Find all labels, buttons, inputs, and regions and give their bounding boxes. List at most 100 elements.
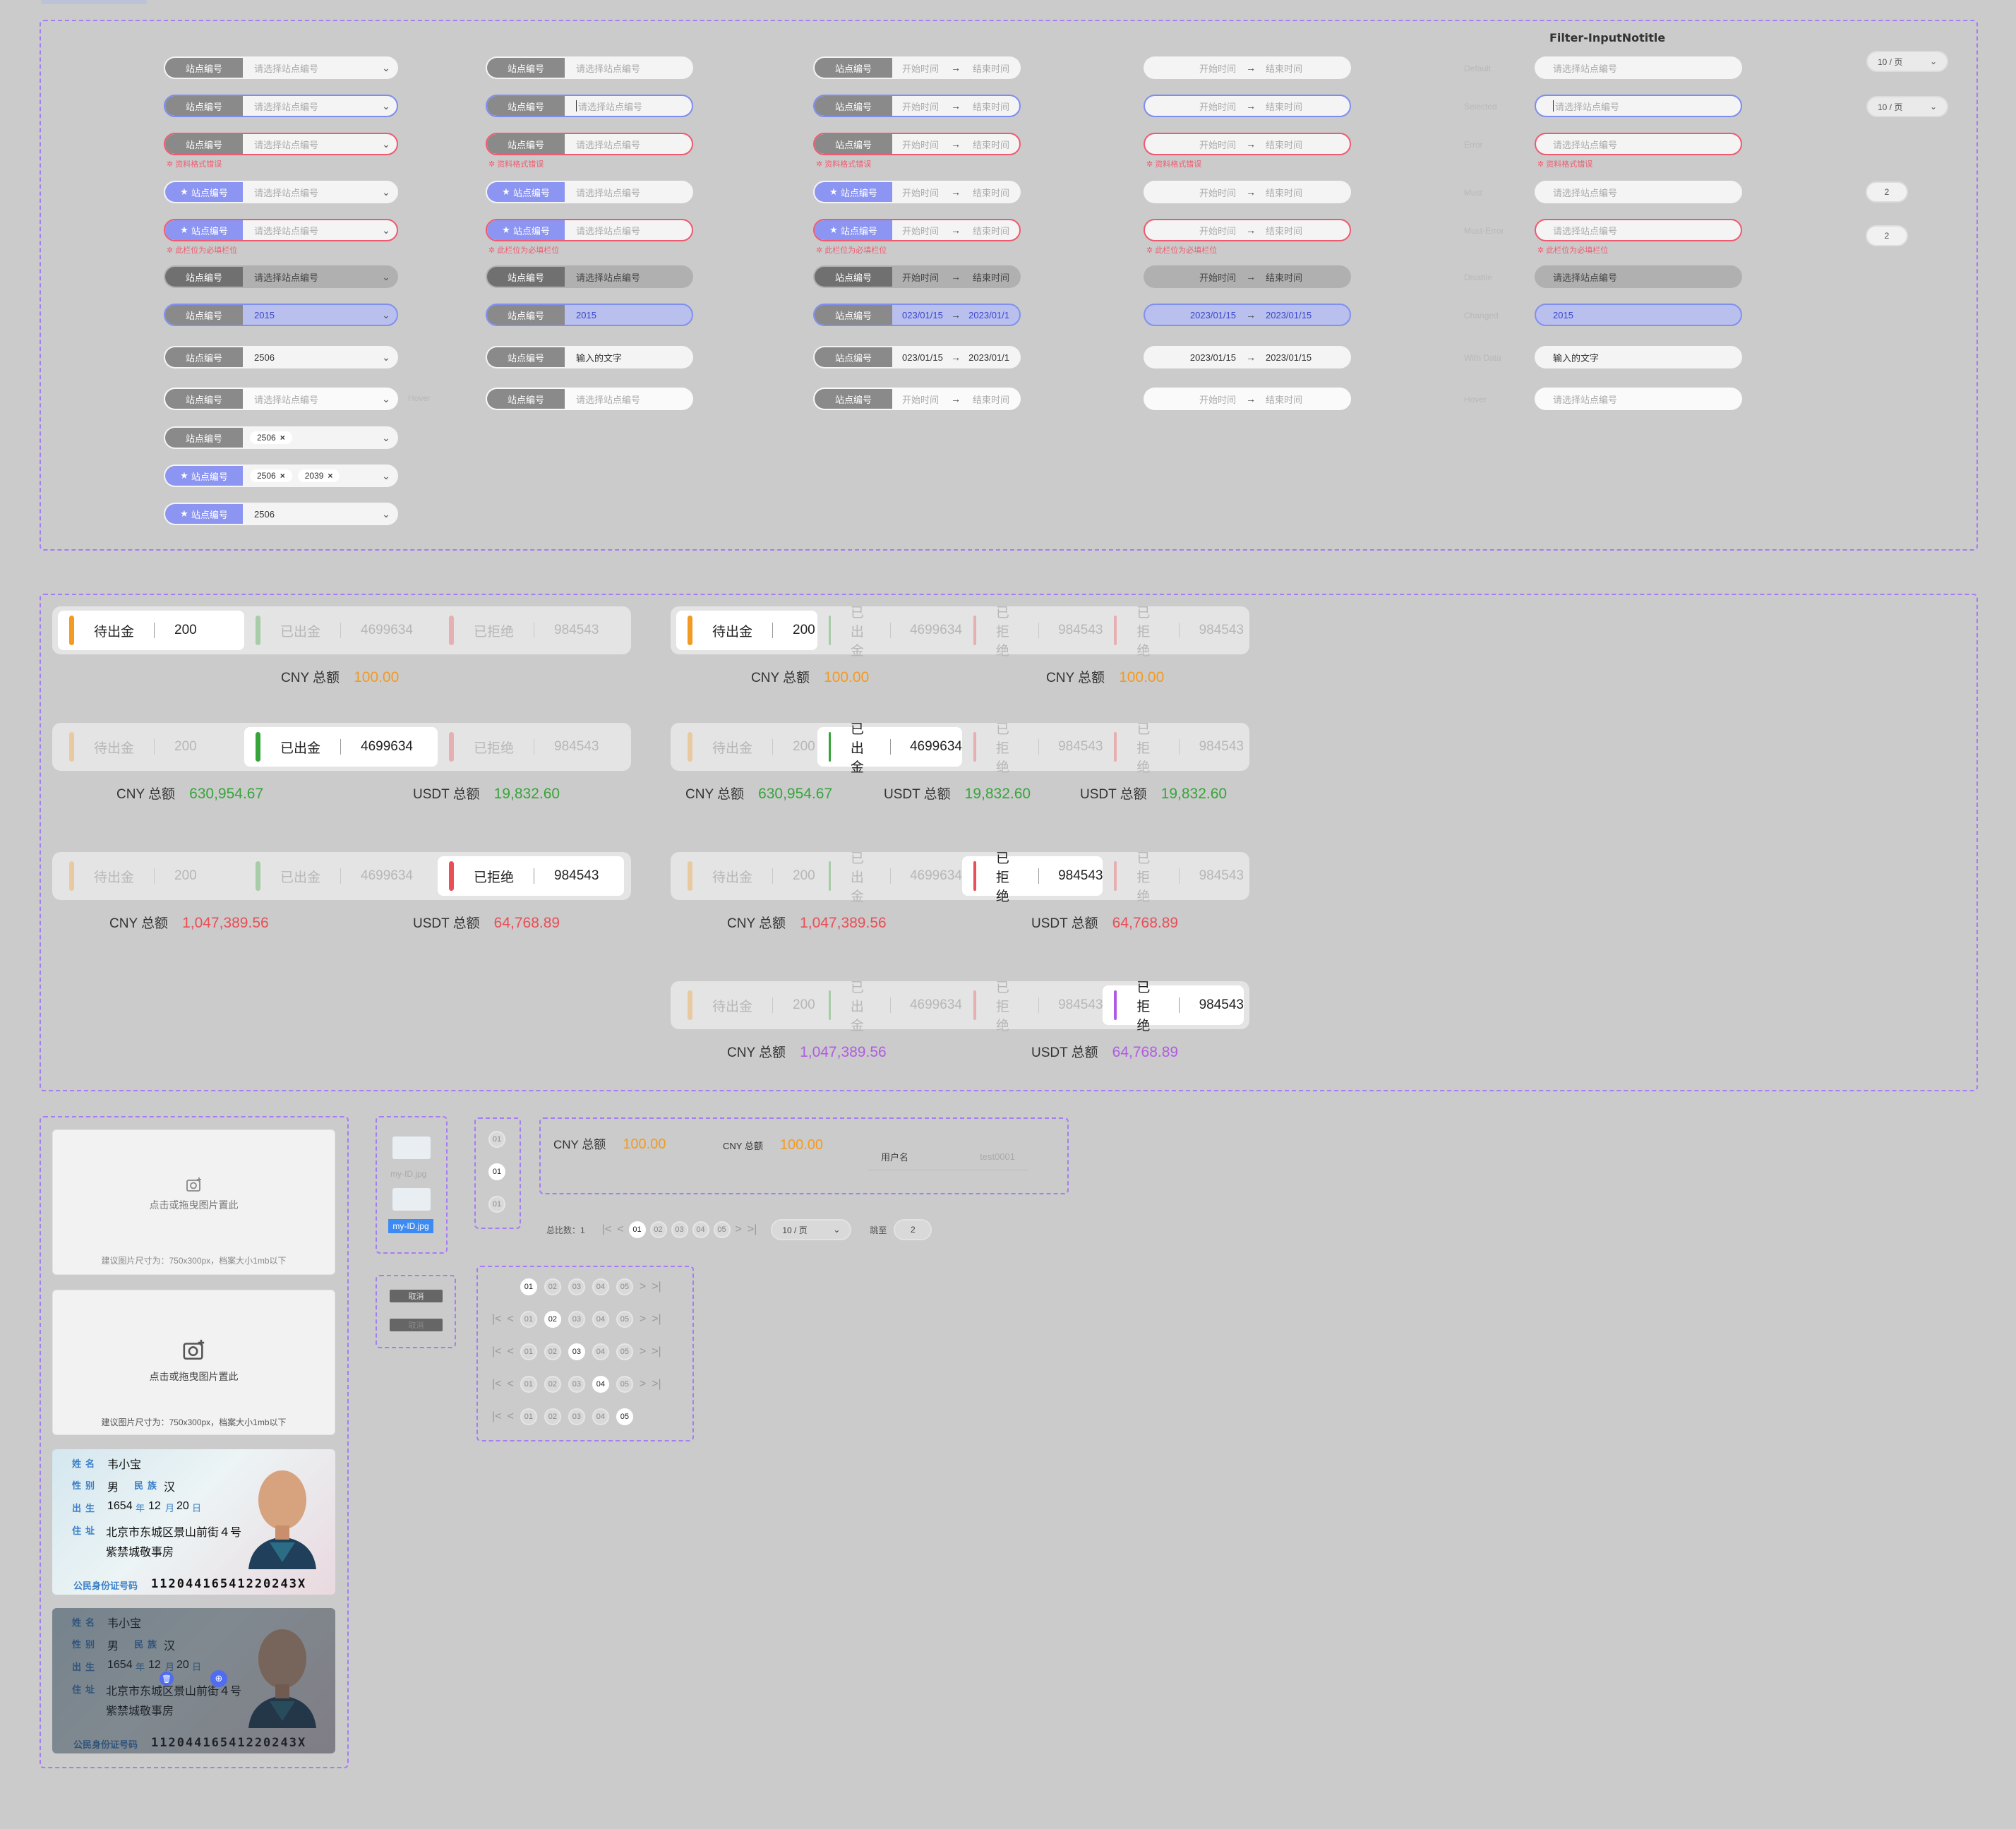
- status-tab-pending[interactable]: 待出金 200: [676, 856, 817, 896]
- filter-field[interactable]: 站点编号 2015: [486, 304, 693, 326]
- status-tab-rejected[interactable]: 已拒绝 984543: [962, 722, 1103, 775]
- filter-field[interactable]: 站点编号 请选择站点编号: [486, 56, 693, 79]
- jump-input[interactable]: 2: [894, 1219, 932, 1240]
- status-tab-pending[interactable]: 待出金 200: [58, 611, 244, 650]
- filter-field[interactable]: 请选择站点编号: [1535, 133, 1742, 155]
- last-page-icon[interactable]: >|: [652, 1378, 661, 1391]
- page-number[interactable]: 04: [592, 1343, 609, 1360]
- file-name-selected[interactable]: my-ID.jpg: [388, 1219, 433, 1233]
- prev-page-icon[interactable]: <: [508, 1410, 514, 1423]
- first-page-icon[interactable]: |<: [602, 1223, 612, 1236]
- cancel-button-disabled[interactable]: 取消: [390, 1319, 443, 1331]
- status-tab-pending[interactable]: 待出金 200: [58, 856, 244, 896]
- page-number[interactable]: 02: [544, 1408, 561, 1425]
- page-number[interactable]: 01: [520, 1278, 537, 1295]
- page-number[interactable]: 05: [713, 1221, 731, 1238]
- page-number[interactable]: 01: [520, 1343, 537, 1360]
- filter-field[interactable]: 站点编号 开始时间 → 结束时间: [813, 133, 1021, 155]
- filter-field[interactable]: 请选择站点编号: [1535, 265, 1742, 288]
- page-number[interactable]: 02: [649, 1221, 667, 1238]
- status-tab-pending[interactable]: 待出金 200: [58, 727, 244, 767]
- status-tab-rejected[interactable]: 已拒绝 984543: [962, 981, 1103, 1033]
- username-field[interactable]: 用户名 test0001: [868, 1144, 1028, 1170]
- filter-field[interactable]: 请选择站点编号: [1535, 95, 1742, 117]
- filter-field[interactable]: 请选择站点编号: [1535, 181, 1742, 203]
- status-tab-rejected[interactable]: 已拒绝 984543: [438, 856, 624, 896]
- filter-field[interactable]: 站点编号 开始时间 → 结束时间: [813, 265, 1021, 288]
- filter-field[interactable]: 开始时间 → 结束时间: [1144, 56, 1351, 79]
- last-page-icon[interactable]: >|: [652, 1410, 661, 1423]
- filter-field[interactable]: 2015: [1535, 304, 1742, 326]
- status-tab-rejected[interactable]: 已拒绝 984543: [962, 606, 1103, 659]
- page-number[interactable]: 05: [616, 1408, 633, 1425]
- filter-field[interactable]: 输入的文字: [1535, 346, 1742, 368]
- filter-field[interactable]: 站点编号 输入的文字: [486, 346, 693, 368]
- first-page-icon[interactable]: |<: [492, 1345, 502, 1358]
- filter-field[interactable]: 站点编号 开始时间 → 结束时间: [813, 95, 1021, 117]
- file-name[interactable]: my-ID.jpg: [390, 1169, 426, 1179]
- number-input[interactable]: 2: [1866, 225, 1908, 246]
- filter-field[interactable]: 站点编号 请选择站点编号 ⌄: [164, 133, 398, 155]
- page-number[interactable]: 04: [592, 1278, 609, 1295]
- page-number[interactable]: 05: [616, 1376, 633, 1393]
- zoom-in-icon[interactable]: ⊕: [210, 1670, 227, 1687]
- filter-field[interactable]: ★ 站点编号 开始时间 → 结束时间: [813, 181, 1021, 203]
- status-tab-done[interactable]: 已出金 4699634: [817, 606, 962, 659]
- page-number[interactable]: 05: [616, 1343, 633, 1360]
- prev-page-icon[interactable]: <: [617, 1223, 623, 1236]
- page-number[interactable]: 03: [568, 1311, 585, 1328]
- next-page-icon[interactable]: >: [640, 1378, 646, 1391]
- page-number[interactable]: 01: [520, 1376, 537, 1393]
- filter-field[interactable]: 站点编号 023/01/15 → 2023/01/1: [813, 304, 1021, 326]
- filter-field[interactable]: 站点编号 请选择站点编号 ⌄: [164, 388, 398, 410]
- filter-field[interactable]: 请选择站点编号: [1535, 56, 1742, 79]
- page-number[interactable]: 03: [671, 1221, 688, 1238]
- filter-field[interactable]: 站点编号 请选择站点编号: [486, 95, 693, 117]
- next-page-icon[interactable]: >: [640, 1345, 646, 1358]
- filter-field[interactable]: ★ 站点编号 请选择站点编号: [486, 181, 693, 203]
- page-number[interactable]: 05: [616, 1278, 633, 1295]
- page-number[interactable]: 01: [628, 1221, 646, 1238]
- prev-page-icon[interactable]: <: [508, 1281, 514, 1293]
- filter-field[interactable]: 站点编号 请选择站点编号 ⌄: [164, 265, 398, 288]
- page-number[interactable]: 03: [568, 1278, 585, 1295]
- page-size-select[interactable]: 10 / 页 ⌄: [771, 1219, 852, 1240]
- close-icon[interactable]: ×: [280, 471, 285, 481]
- first-page-icon[interactable]: |<: [492, 1410, 502, 1423]
- stepper-dot[interactable]: 01: [488, 1131, 505, 1148]
- last-page-icon[interactable]: >|: [652, 1345, 661, 1358]
- filter-field[interactable]: 站点编号 请选择站点编号: [486, 388, 693, 410]
- page-number[interactable]: 02: [544, 1311, 561, 1328]
- page-number[interactable]: 04: [592, 1311, 609, 1328]
- last-page-icon[interactable]: >|: [748, 1223, 757, 1236]
- close-icon[interactable]: ×: [280, 433, 285, 443]
- status-tab-done[interactable]: 已出金 4699634: [817, 851, 962, 904]
- page-number[interactable]: 02: [544, 1343, 561, 1360]
- page-number[interactable]: 02: [544, 1278, 561, 1295]
- page-number[interactable]: 03: [568, 1376, 585, 1393]
- page-number[interactable]: 02: [544, 1376, 561, 1393]
- id-card-preview[interactable]: 姓名韦小宝性别男民族汉出生1654年12月20日住址北京市东城区景山前街４号紫禁…: [52, 1608, 335, 1753]
- page-number[interactable]: 03: [568, 1408, 585, 1425]
- filter-field[interactable]: ★ 站点编号 请选择站点编号 ⌄: [164, 219, 398, 241]
- status-tab-done[interactable]: 已出金 4699634: [244, 611, 438, 650]
- filter-field[interactable]: 站点编号 请选择站点编号: [486, 265, 693, 288]
- prev-page-icon[interactable]: <: [508, 1345, 514, 1358]
- first-page-icon[interactable]: |<: [492, 1281, 502, 1293]
- filter-field[interactable]: 开始时间 → 结束时间: [1144, 181, 1351, 203]
- status-tab-rejected[interactable]: 已拒绝 984543: [961, 851, 1103, 904]
- status-tab-done[interactable]: 已出金 4699634: [244, 727, 438, 767]
- status-tab-rejected[interactable]: 已拒绝 984543: [438, 611, 624, 650]
- close-icon[interactable]: ×: [328, 471, 332, 481]
- next-page-icon[interactable]: >: [640, 1281, 646, 1293]
- filter-field[interactable]: 站点编号 请选择站点编号 ⌄: [164, 95, 398, 117]
- first-page-icon[interactable]: |<: [492, 1313, 502, 1326]
- next-page-icon[interactable]: >: [640, 1410, 646, 1423]
- filter-field[interactable]: 开始时间 → 结束时间: [1144, 95, 1351, 117]
- filter-field[interactable]: ★ 站点编号 请选择站点编号: [486, 219, 693, 241]
- status-tab-rejected[interactable]: 已拒绝 984543: [438, 727, 624, 767]
- page-number[interactable]: 04: [592, 1408, 609, 1425]
- cancel-button[interactable]: 取消: [390, 1290, 443, 1302]
- filter-field[interactable]: 站点编号 请选择站点编号 ⌄: [164, 56, 398, 79]
- page-number[interactable]: 03: [568, 1343, 585, 1360]
